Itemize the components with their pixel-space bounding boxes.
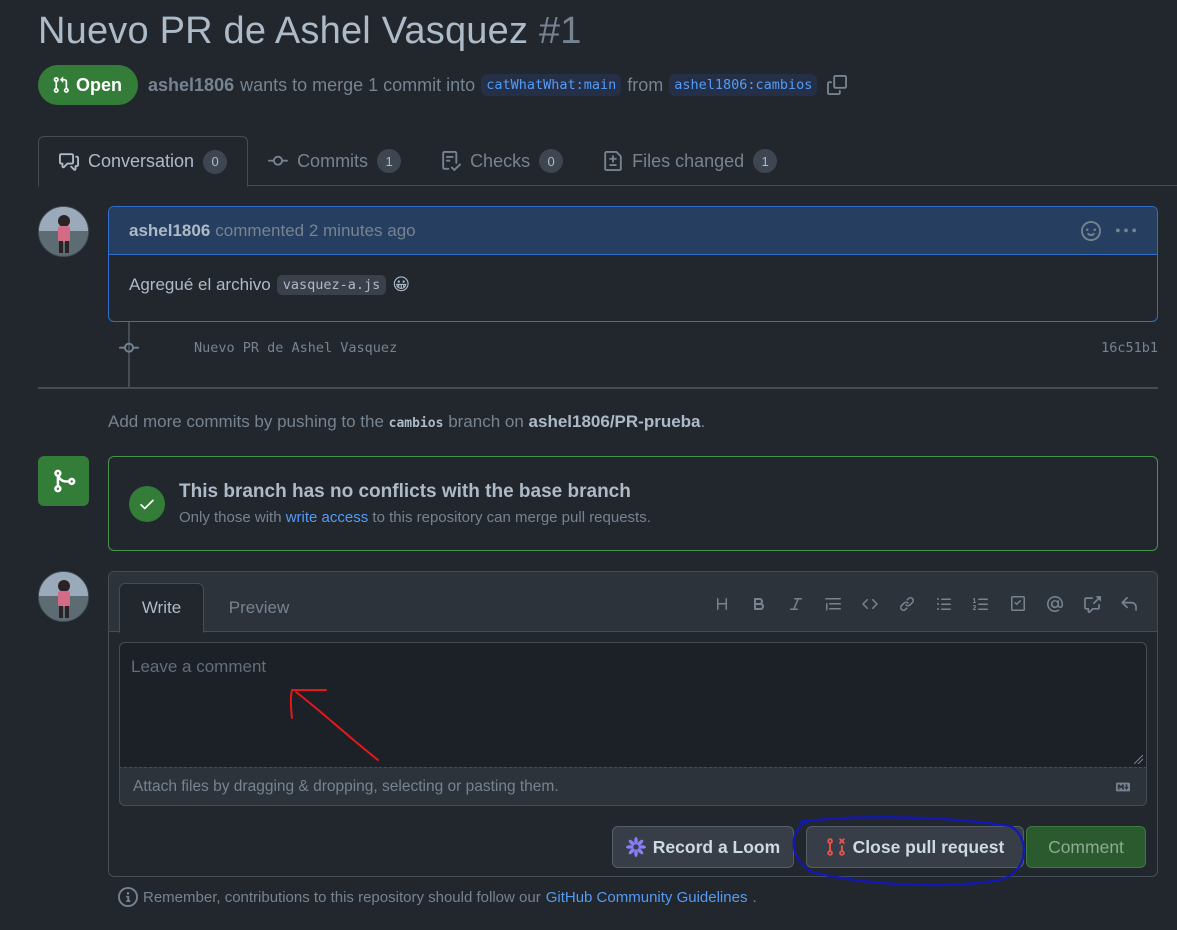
comment-author[interactable]: ashel1806 xyxy=(129,221,210,241)
commit-icon xyxy=(118,338,140,358)
markdown-toolbar xyxy=(712,594,1139,614)
hint-repo[interactable]: ashel1806/PR-prueba xyxy=(529,412,701,431)
comment-textarea[interactable]: Leave a comment xyxy=(119,642,1147,767)
reply-icon[interactable] xyxy=(1119,594,1139,614)
tab-label: Conversation xyxy=(88,151,195,171)
heading-icon[interactable] xyxy=(712,594,732,614)
push-hint: Add more commits by pushing to the cambi… xyxy=(108,412,705,432)
bulleted-list-icon[interactable] xyxy=(934,594,954,614)
tab-counter: 1 xyxy=(377,149,402,173)
task-list-icon[interactable] xyxy=(1008,594,1028,614)
tab-checks[interactable]: Checks 0 xyxy=(421,136,583,186)
base-branch[interactable]: catWhatWhat:main xyxy=(481,74,622,96)
guidelines-note: Remember, contributions to this reposito… xyxy=(118,887,757,907)
tab-conversation[interactable]: Conversation 0 xyxy=(38,136,249,187)
numbered-list-icon[interactable] xyxy=(971,594,991,614)
pr-title: Nuevo PR de Ashel Vasquez #1 xyxy=(38,10,582,53)
link-icon[interactable] xyxy=(897,594,917,614)
comment-text: Agregué el archivo xyxy=(129,275,271,294)
tab-label: Files changed xyxy=(632,150,745,171)
avatar[interactable] xyxy=(38,206,89,257)
mention-icon[interactable] xyxy=(1045,594,1065,614)
tab-counter: 1 xyxy=(753,149,778,173)
close-pull-request-button[interactable]: Close pull request xyxy=(806,826,1024,868)
editor-header: Write Preview xyxy=(109,572,1157,633)
copy-icon[interactable] xyxy=(827,75,848,95)
close-pr-icon xyxy=(826,837,846,857)
head-branch[interactable]: ashel1806:cambios xyxy=(669,74,818,96)
community-guidelines-link[interactable]: GitHub Community Guidelines xyxy=(546,889,748,906)
pr-state-row: Open ashel1806 wants to merge 1 commit i… xyxy=(38,65,848,105)
avatar[interactable] xyxy=(38,571,89,622)
pr-tabs: Conversation 0 Commits 1 Checks 0 Files … xyxy=(38,136,1177,187)
comment-header: ashel1806 commented 2 minutes ago xyxy=(109,207,1157,255)
commit-icon xyxy=(268,151,289,171)
quote-icon[interactable] xyxy=(823,594,843,614)
write-access-link[interactable]: write access xyxy=(286,509,369,526)
tab-preview[interactable]: Preview xyxy=(219,583,299,633)
smiley-emoji: 😀 xyxy=(392,275,411,294)
loom-label: Record a Loom xyxy=(652,836,781,857)
pr-number: #1 xyxy=(538,10,582,52)
status-badge: Open xyxy=(38,65,139,105)
merge-sub-prefix: Only those with xyxy=(179,509,282,526)
checks-icon xyxy=(441,151,462,171)
italic-icon[interactable] xyxy=(786,594,806,614)
comment-card: ashel1806 commented 2 minutes ago Agregu… xyxy=(108,206,1158,322)
record-loom-button[interactable]: Record a Loom xyxy=(612,826,794,868)
pull-request-icon xyxy=(52,76,70,94)
pr-title-text: Nuevo PR de Ashel Vasquez xyxy=(38,10,529,52)
commit-message[interactable]: Nuevo PR de Ashel Vasquez xyxy=(194,340,397,356)
status-label: Open xyxy=(76,74,123,95)
files-diff-icon xyxy=(603,151,623,171)
merge-status-subtitle: Only those with write access to this rep… xyxy=(179,509,651,526)
hint-middle: branch on xyxy=(448,412,524,431)
bold-icon[interactable] xyxy=(749,594,769,614)
tab-label: Checks xyxy=(470,150,531,171)
merge-sub-suffix: to this repository can merge pull reques… xyxy=(372,509,651,526)
code-icon[interactable] xyxy=(860,594,880,614)
tab-counter: 0 xyxy=(539,149,564,173)
merge-text: wants to merge 1 commit into xyxy=(240,74,476,95)
attach-files-bar[interactable]: Attach files by dragging & dropping, sel… xyxy=(119,767,1147,806)
author-link[interactable]: ashel1806 xyxy=(148,75,234,96)
commit-sha[interactable]: 16c51b1 xyxy=(1101,340,1158,356)
git-merge-icon xyxy=(38,456,89,506)
merge-status-box: This branch has no conflicts with the ba… xyxy=(108,456,1158,551)
tab-files-changed[interactable]: Files changed 1 xyxy=(583,136,797,186)
merge-status-texts: This branch has no conflicts with the ba… xyxy=(179,481,651,526)
timeline-divider xyxy=(38,387,1158,389)
kebab-icon[interactable] xyxy=(1115,221,1137,241)
guidelines-prefix: Remember, contributions to this reposito… xyxy=(143,888,541,906)
hint-branch: cambios xyxy=(388,416,444,431)
textarea-placeholder: Leave a comment xyxy=(131,657,267,676)
tab-label: Commits xyxy=(297,150,369,171)
hint-suffix: . xyxy=(700,412,706,431)
comment-body: Agregué el archivo vasquez-a.js 😀 xyxy=(109,255,1157,315)
commit-row: Nuevo PR de Ashel Vasquez 16c51b1 xyxy=(118,337,1158,359)
comment-button[interactable]: Comment xyxy=(1026,826,1146,868)
comment-meta[interactable]: commented 2 minutes ago xyxy=(215,221,415,241)
loom-icon xyxy=(625,837,646,857)
resize-grip-icon[interactable] xyxy=(1134,755,1143,764)
merge-status-title: This branch has no conflicts with the ba… xyxy=(179,481,631,502)
from-text: from xyxy=(627,74,664,95)
tab-write[interactable]: Write xyxy=(119,583,204,633)
comment-editor: Write Preview Leave a comment Attach fil… xyxy=(108,571,1158,877)
inline-code: vasquez-a.js xyxy=(276,275,387,295)
merge-summary: ashel1806 wants to merge 1 commit into c… xyxy=(148,74,848,96)
attach-text: Attach files by dragging & dropping, sel… xyxy=(133,777,559,795)
cross-reference-icon[interactable] xyxy=(1082,594,1102,614)
info-icon xyxy=(118,887,138,907)
hint-prefix: Add more commits by pushing to the xyxy=(108,412,384,431)
check-icon xyxy=(129,485,165,522)
comment-actions xyxy=(1081,220,1137,241)
guidelines-suffix: . xyxy=(752,888,757,906)
smiley-icon[interactable] xyxy=(1081,220,1101,241)
conversation-icon xyxy=(59,152,79,172)
tab-counter: 0 xyxy=(203,149,228,174)
markdown-icon[interactable] xyxy=(1113,780,1133,794)
tab-commits[interactable]: Commits 1 xyxy=(248,136,421,186)
close-pr-label: Close pull request xyxy=(852,836,1005,857)
